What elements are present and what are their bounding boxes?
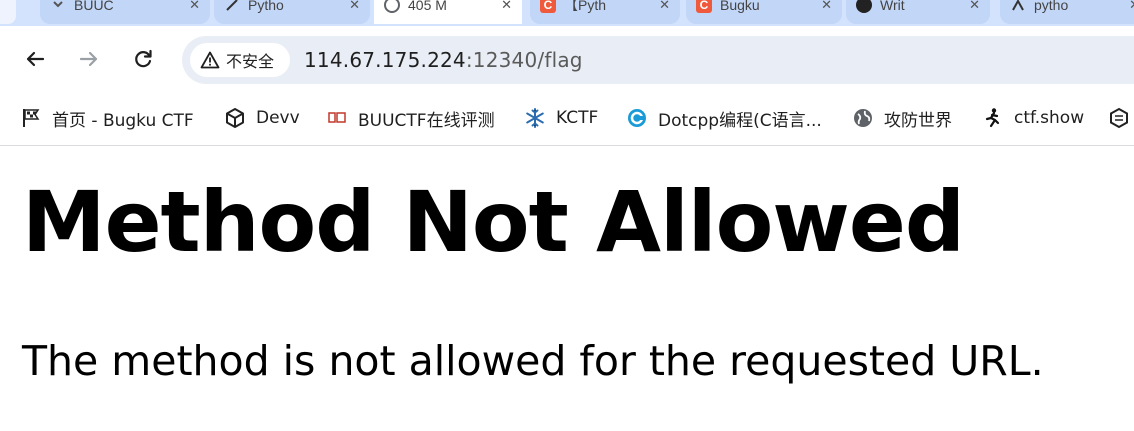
close-icon[interactable]: ✕: [501, 0, 512, 13]
bookmark-label: ctf.show: [1014, 108, 1085, 128]
tab-title: Pytho: [248, 0, 284, 13]
bookmark-buuctf[interactable]: BUUCTF在线评测: [326, 104, 495, 132]
bookmark-overflow-item[interactable]: [1108, 104, 1134, 132]
reload-button[interactable]: [126, 42, 160, 76]
github-icon: [856, 0, 872, 13]
buuctf-logo-icon: [326, 107, 348, 129]
page-content: Method Not Allowed The method is not all…: [0, 147, 1134, 431]
back-button[interactable]: [18, 42, 52, 76]
tab-5[interactable]: C Bugku ✕: [686, 0, 842, 24]
close-icon[interactable]: ✕: [821, 0, 832, 13]
bookmark-devv[interactable]: Devv: [224, 104, 300, 132]
bookmarks-bar: 首页 - Bugku CTF Devv BUUCTF在线评测 KCTF Dotc…: [0, 92, 1134, 146]
bookmark-label: Dotcpp编程(C语言...: [658, 110, 822, 131]
tab-strip: BUUC ✕ Pytho ✕ 405 M ✕ C 【Pyth ✕ C Bugku…: [0, 0, 1134, 26]
security-label: 不安全: [226, 52, 275, 71]
tab-title: Writ: [880, 0, 905, 13]
dotcpp-logo-icon: [626, 107, 648, 129]
bookmark-gongfang[interactable]: 攻防世界: [852, 104, 952, 132]
tab-3-active[interactable]: 405 M ✕: [374, 0, 522, 24]
close-icon[interactable]: ✕: [189, 0, 200, 13]
tab-title: Bugku: [720, 0, 760, 13]
tab-2[interactable]: Pytho ✕: [214, 0, 370, 24]
arrow-left-icon: [26, 51, 45, 67]
hexagon-logo-icon: [1108, 107, 1130, 129]
error-message: The method is not allowed for the reques…: [22, 337, 1044, 385]
tab-title: pytho: [1034, 0, 1069, 13]
bookmark-ctfshow[interactable]: ctf.show: [982, 104, 1084, 132]
tab-4[interactable]: C 【Pyth ✕: [530, 0, 680, 24]
globe-icon: [852, 107, 874, 129]
page-title: Method Not Allowed: [22, 173, 965, 271]
bookmark-label: 攻防世界: [884, 110, 952, 131]
close-icon[interactable]: ✕: [969, 0, 980, 13]
tab-search-button[interactable]: [0, 0, 16, 24]
bookmark-label: 首页 - Bugku CTF: [52, 110, 194, 131]
quill-icon: [224, 0, 240, 13]
chevron-icon: [50, 0, 66, 13]
bookmark-bugku[interactable]: 首页 - Bugku CTF: [20, 104, 194, 132]
profile-icon: [1010, 0, 1026, 13]
snowflake-icon: [524, 107, 546, 129]
tab-title: 【Pyth: [564, 0, 607, 13]
tab-6[interactable]: Writ ✕: [846, 0, 990, 24]
tab-7[interactable]: pytho ✕: [1000, 0, 1134, 24]
warning-icon: [200, 51, 220, 69]
url-text[interactable]: 114.67.175.224:12340/flag: [304, 48, 583, 72]
tab-1[interactable]: BUUC ✕: [40, 0, 210, 24]
reload-icon: [135, 49, 152, 68]
url-path: :12340/flag: [465, 48, 583, 72]
tab-title: 405 M: [408, 0, 447, 13]
close-icon[interactable]: ✕: [1129, 0, 1134, 13]
forward-button[interactable]: [72, 42, 106, 76]
bookmark-label: Devv: [256, 108, 300, 128]
browser-toolbar: 不安全 114.67.175.224:12340/flag: [0, 26, 1134, 92]
url-host: 114.67.175.224: [304, 48, 466, 72]
address-bar[interactable]: 不安全 114.67.175.224:12340/flag: [182, 36, 1134, 84]
ctfshow-logo-icon: [982, 107, 1004, 129]
bookmark-label: KCTF: [556, 108, 599, 128]
bookmark-kctf[interactable]: KCTF: [524, 104, 598, 132]
bookmark-label: BUUCTF在线评测: [358, 110, 495, 131]
flag-icon: [20, 107, 42, 129]
close-icon[interactable]: ✕: [349, 0, 360, 13]
csdn-icon: C: [696, 0, 712, 13]
close-icon[interactable]: ✕: [659, 0, 670, 13]
globe-icon: [384, 0, 400, 13]
tab-title: BUUC: [74, 0, 114, 13]
bookmark-dotcpp[interactable]: Dotcpp编程(C语言...: [626, 104, 822, 132]
cube-icon: [224, 107, 246, 129]
csdn-icon: C: [540, 0, 556, 13]
site-security-chip[interactable]: 不安全: [190, 43, 290, 77]
arrow-right-icon: [79, 51, 98, 67]
